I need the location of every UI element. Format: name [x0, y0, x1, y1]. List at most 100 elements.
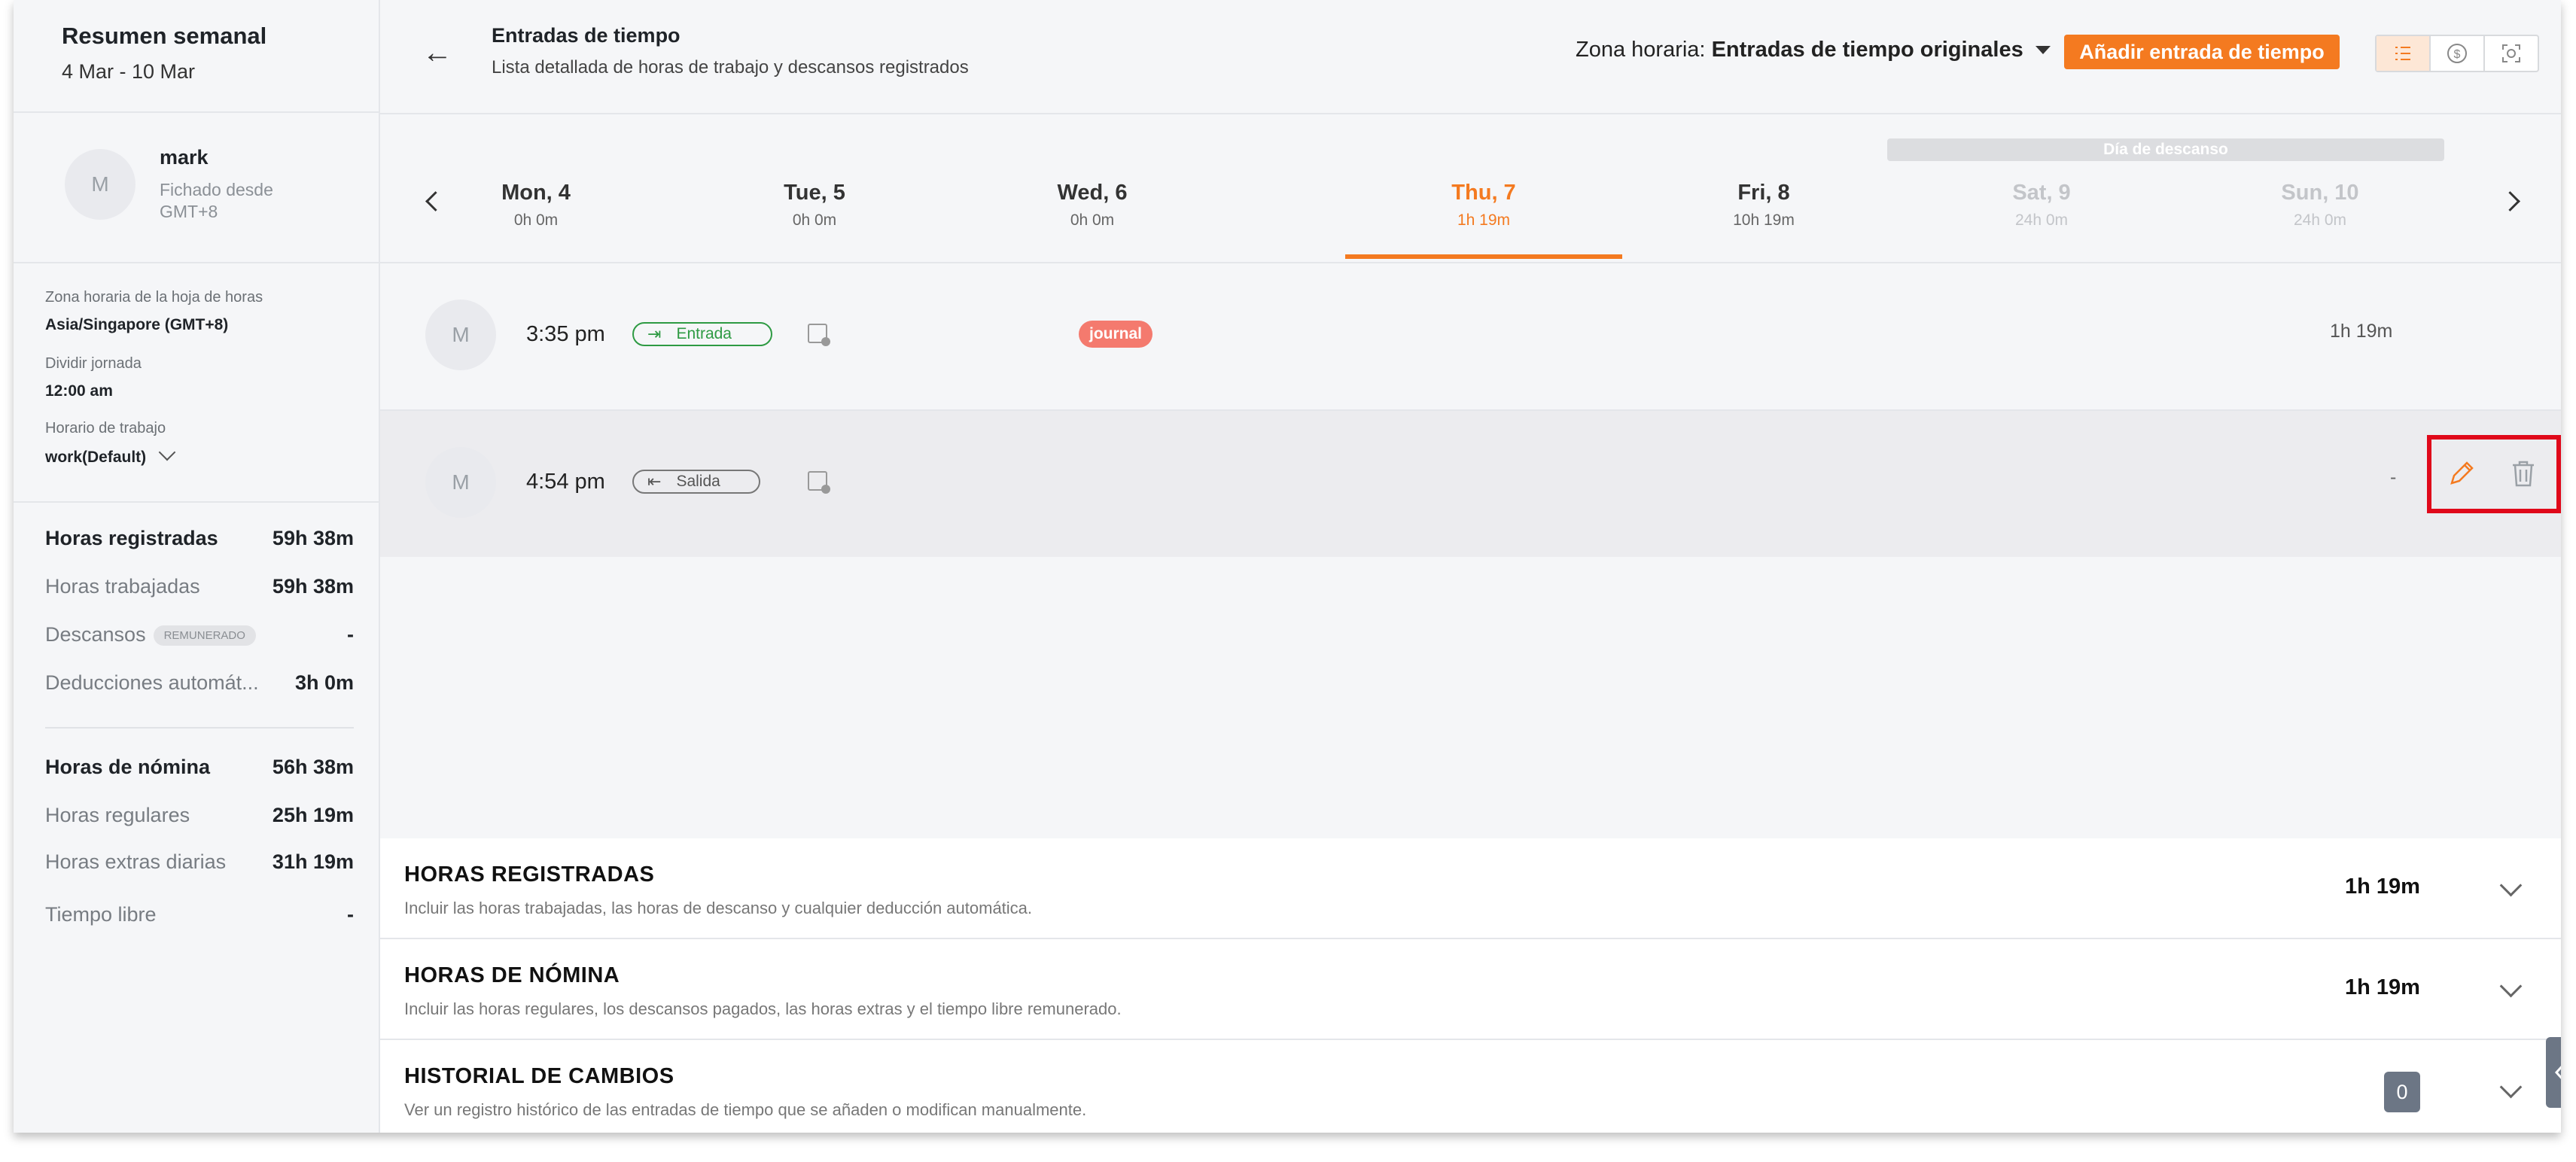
- stat-value: 31h 19m: [272, 850, 354, 873]
- back-arrow-icon[interactable]: ←: [422, 36, 452, 70]
- stat-time-off: Tiempo libre -: [45, 903, 354, 926]
- time-entries-header: ← Entradas de tiempo Lista detallada de …: [380, 0, 2561, 114]
- history-count-badge: 0: [2384, 1072, 2420, 1112]
- day-hours: 0h 0m: [792, 211, 837, 229]
- edit-entry-button[interactable]: [2440, 452, 2483, 495]
- chevron-right-icon[interactable]: [2500, 191, 2520, 211]
- clock-in-badge: ⇥ Entrada: [632, 322, 772, 346]
- dollar-circle-icon: $: [2447, 44, 2467, 63]
- day-name: Tue, 5: [784, 181, 845, 205]
- timesheet-timezone-value: Asia/Singapore (GMT+8): [45, 316, 229, 333]
- user-card: M mark Fichado desde GMT+8: [14, 113, 379, 263]
- day-selector: Día de descanso Mon, 4 0h 0m Tue, 5 0h 0…: [380, 114, 2561, 263]
- add-time-entry-button[interactable]: Añadir entrada de tiempo: [2064, 35, 2340, 69]
- rest-day-bar: Día de descanso: [1887, 138, 2444, 161]
- timesheet-timezone-label: Zona horaria de la hoja de horas: [45, 289, 263, 306]
- section-value: 1h 19m: [2345, 975, 2420, 999]
- week-range: 4 Mar - 10 Mar: [62, 60, 196, 83]
- stat-value: 56h 38m: [272, 756, 354, 778]
- day-tab-mon[interactable]: Mon, 4 0h 0m: [397, 181, 674, 230]
- stat-payroll-hours: Horas de nómina 56h 38m: [45, 756, 354, 779]
- stat-label: Horas de nómina: [45, 756, 211, 778]
- split-day-value: 12:00 am: [45, 382, 113, 400]
- payroll-hours-section[interactable]: HORAS DE NÓMINA Incluir las horas regula…: [380, 939, 2561, 1040]
- clock-out-badge: ⇤ Salida: [632, 470, 760, 494]
- stat-auto-deductions: Deducciones automát... 3h 0m: [45, 671, 354, 695]
- day-tab-fri[interactable]: Fri, 8 10h 19m: [1625, 181, 1902, 230]
- day-name: Fri, 8: [1737, 181, 1790, 205]
- capture-view-button[interactable]: [2485, 36, 2538, 71]
- section-title: HORAS REGISTRADAS: [404, 862, 655, 887]
- tracked-hours-section[interactable]: HORAS REGISTRADAS Incluir las horas trab…: [380, 838, 2561, 939]
- section-subtitle: Incluir las horas regulares, los descans…: [404, 999, 1122, 1018]
- day-hours: 10h 19m: [1733, 211, 1795, 229]
- section-subtitle: Incluir las horas trabajadas, las horas …: [404, 899, 1033, 917]
- entry-time: 4:54 pm: [526, 470, 605, 494]
- day-hours: 24h 0m: [2014, 211, 2069, 229]
- stat-value: 59h 38m: [272, 527, 354, 549]
- stat-label: Horas registradas: [45, 527, 218, 549]
- chevron-down-icon[interactable]: [2499, 1075, 2523, 1099]
- stat-value: 3h 0m: [294, 671, 354, 694]
- time-entry-row[interactable]: M 3:35 pm ⇥ Entrada journal 1h 19m: [380, 263, 2561, 411]
- avatar: M: [65, 149, 135, 220]
- change-history-section[interactable]: HISTORIAL DE CAMBIOS Ver un registro his…: [380, 1040, 2561, 1133]
- day-name: Thu, 7: [1451, 181, 1516, 205]
- stat-value: 25h 19m: [272, 804, 354, 826]
- avatar: M: [425, 447, 496, 518]
- work-schedule-label: Horario de trabajo: [45, 420, 166, 437]
- stat-daily-overtime: Horas extras diarias 31h 19m: [45, 850, 354, 874]
- delete-entry-button[interactable]: [2501, 452, 2545, 495]
- list-view-button[interactable]: [2377, 36, 2431, 71]
- caret-down-icon: [2035, 46, 2051, 54]
- day-hours: 24h 0m: [2293, 211, 2347, 229]
- day-name: Sun, 10: [2281, 181, 2359, 205]
- timezone-value: Entradas de tiempo originales: [1711, 38, 2023, 62]
- day-name: Wed, 6: [1057, 181, 1128, 205]
- face-scan-icon: [2502, 44, 2520, 62]
- stat-label: Horas extras diarias: [45, 850, 227, 873]
- clock-out-icon: ⇤: [647, 472, 662, 491]
- entry-time: 3:35 pm: [526, 322, 605, 346]
- stat-label: Tiempo libre: [45, 903, 157, 926]
- page-title: Entradas de tiempo: [492, 24, 681, 47]
- day-tab-tue[interactable]: Tue, 5 0h 0m: [676, 181, 953, 230]
- divider: [45, 727, 354, 729]
- timesheet-settings: Zona horaria de la hoja de horas Asia/Si…: [14, 262, 379, 503]
- day-tab-wed[interactable]: Wed, 6 0h 0m: [954, 181, 1231, 230]
- entry-duration: 1h 19m: [2330, 321, 2393, 342]
- user-name[interactable]: mark: [160, 146, 209, 169]
- stat-regular-hours: Horas regulares 25h 19m: [45, 804, 354, 827]
- sidebar: Resumen semanal 4 Mar - 10 Mar M mark Fi…: [14, 0, 380, 1133]
- day-tab-sun[interactable]: Sun, 10 24h 0m: [2182, 181, 2459, 230]
- timezone-selector[interactable]: Zona horaria: Entradas de tiempo origina…: [1576, 38, 2051, 62]
- list-icon: [2395, 47, 2410, 60]
- paid-badge: REMUNERADO: [153, 625, 256, 646]
- entry-type: Salida: [676, 473, 720, 490]
- time-entry-row[interactable]: M 4:54 pm ⇤ Salida -: [380, 411, 2561, 558]
- section-title: HORAS DE NÓMINA: [404, 963, 620, 987]
- stat-breaks: Descansos REMUNERADO -: [45, 623, 354, 646]
- stat-worked-hours: Horas trabajadas 59h 38m: [45, 575, 354, 598]
- weekly-summary-header: Resumen semanal 4 Mar - 10 Mar: [14, 0, 379, 113]
- trash-icon: [2513, 461, 2534, 487]
- day-tab-sat[interactable]: Sat, 9 24h 0m: [1903, 181, 2180, 230]
- day-hours: 0h 0m: [1070, 211, 1115, 229]
- chevron-down-icon[interactable]: [2499, 975, 2523, 998]
- day-hours: 1h 19m: [1457, 211, 1511, 229]
- day-hours: 0h 0m: [513, 211, 559, 229]
- avatar: M: [425, 300, 496, 370]
- stat-value: 59h 38m: [272, 575, 354, 598]
- work-schedule-dropdown[interactable]: work(Default): [45, 443, 176, 467]
- main-panel: ← Entradas de tiempo Lista detallada de …: [380, 0, 2561, 1133]
- svg-text:$: $: [2454, 48, 2461, 61]
- chevron-down-icon[interactable]: [2499, 874, 2523, 897]
- stat-value: -: [347, 903, 354, 926]
- view-switcher: $: [2375, 35, 2539, 72]
- timezone-prefix: Zona horaria:: [1576, 38, 1706, 62]
- pay-view-button[interactable]: $: [2431, 36, 2485, 71]
- day-tab-thu[interactable]: Thu, 7 1h 19m: [1345, 181, 1622, 230]
- collapse-panel-tab[interactable]: [2546, 1037, 2561, 1108]
- pencil-icon: [2450, 461, 2474, 485]
- chevron-down-icon: [158, 443, 176, 461]
